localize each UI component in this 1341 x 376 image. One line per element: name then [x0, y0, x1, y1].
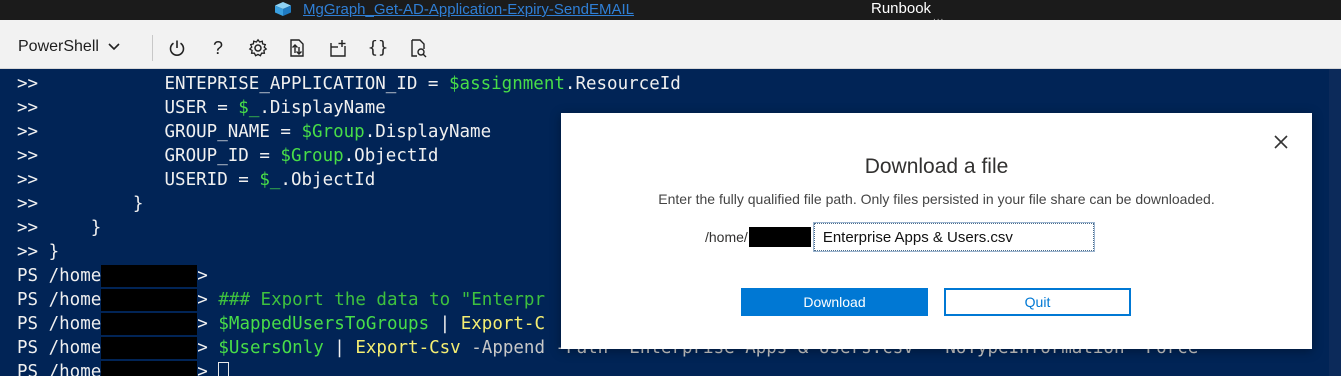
- download-file-dialog: Download a file Enter the fully qualifie…: [561, 113, 1312, 349]
- terminal-prompt-line: PS /home >: [17, 360, 230, 376]
- runbook-cube-icon: [275, 2, 291, 16]
- title-bar: MgGraph_Get-AD-Application-Expiry-SendEM…: [0, 0, 1341, 23]
- terminal-line: >> ENTEPRISE_APPLICATION_ID = $assignmen…: [17, 74, 681, 94]
- braces-icon[interactable]: {}: [367, 37, 389, 59]
- shell-selector-label: PowerShell: [18, 38, 99, 55]
- redacted-username: [101, 289, 198, 311]
- quit-button[interactable]: Quit: [944, 288, 1131, 316]
- terminal-scrollbar[interactable]: [1329, 69, 1341, 376]
- file-path-input[interactable]: [812, 222, 1095, 252]
- upload-download-icon[interactable]: [286, 37, 308, 59]
- terminal-line: >> }: [17, 194, 144, 214]
- shell-selector[interactable]: PowerShell: [18, 38, 120, 56]
- path-prefix: /home/: [705, 229, 748, 245]
- terminal-prompt-line: PS /home >: [17, 265, 208, 287]
- runbook-tab-title[interactable]: MgGraph_Get-AD-Application-Expiry-SendEM…: [303, 1, 634, 18]
- download-button[interactable]: Download: [741, 288, 928, 316]
- chevron-down-icon: [108, 43, 120, 51]
- file-path-row: /home/: [705, 222, 1095, 252]
- terminal-line: >> USERID = $_.ObjectId: [17, 170, 376, 190]
- terminal-line: >> USER = $_.DisplayName: [17, 98, 386, 118]
- toolbar-divider: [152, 35, 153, 61]
- terminal-line: >> }: [17, 218, 102, 238]
- preview-icon[interactable]: [407, 37, 429, 59]
- power-icon[interactable]: [166, 37, 188, 59]
- help-icon[interactable]: ?: [207, 37, 229, 59]
- redacted-username: [101, 337, 198, 359]
- redacted-username: [101, 361, 198, 376]
- dialog-title: Download a file: [864, 155, 1009, 178]
- terminal-prompt-line: PS /home > ### Export the data to "Enterp…: [17, 289, 546, 311]
- terminal-line: >> GROUP_ID = $Group.ObjectId: [17, 146, 439, 166]
- terminal-prompt-line: PS /home > $MappedUsersToGroups | Export-…: [17, 313, 546, 335]
- terminal-cursor: [218, 362, 230, 376]
- terminal-line: >> }: [17, 242, 60, 262]
- dialog-description: Enter the fully qualified file path. Onl…: [658, 191, 1215, 207]
- settings-icon[interactable]: [247, 37, 269, 59]
- close-icon[interactable]: [1272, 133, 1290, 151]
- open-editor-icon[interactable]: [327, 37, 349, 59]
- cloud-shell-toolbar: PowerShell ? {}: [0, 20, 1341, 69]
- redacted-username: [101, 265, 198, 287]
- redacted-username: [101, 313, 198, 335]
- terminal-line: >> GROUP_NAME = $Group.DisplayName: [17, 122, 492, 142]
- redacted-path-segment: [748, 227, 811, 247]
- runbook-label: Runbook: [871, 0, 932, 17]
